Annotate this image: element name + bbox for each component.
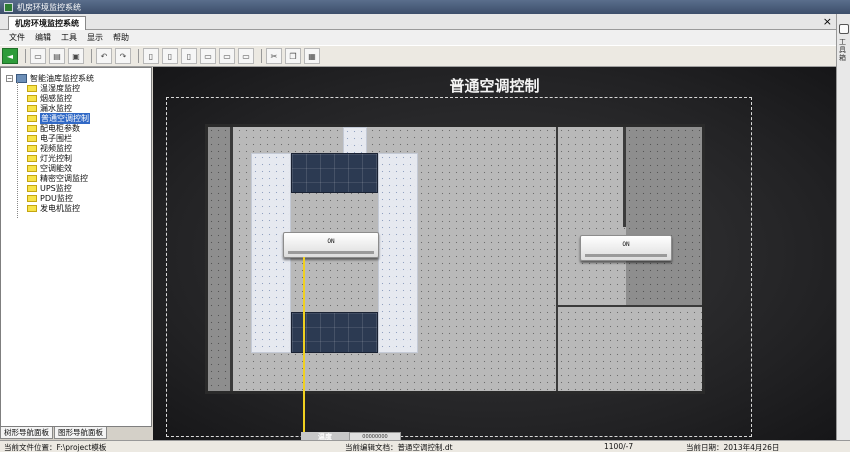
floor-side-panel xyxy=(208,312,230,391)
close-document-icon[interactable]: × xyxy=(823,15,832,28)
tree-item[interactable]: 发电机监控 xyxy=(27,203,80,213)
folder-icon xyxy=(27,154,37,162)
document-tab[interactable]: 机房环境监控系统 xyxy=(8,16,86,30)
ac-vent xyxy=(585,254,667,257)
folder-icon xyxy=(27,84,37,92)
save-icon[interactable]: ▣ xyxy=(68,48,84,64)
tree-item[interactable]: UPS监控 xyxy=(27,183,72,193)
toolbar-separator xyxy=(91,49,92,63)
design-canvas[interactable]: 普通空调控制 ON ON 温度 00000000 xyxy=(153,67,836,440)
window-titlebar: 机房环境监控系统 xyxy=(0,0,850,14)
sensor-lead-line xyxy=(303,257,305,432)
app-icon xyxy=(4,2,13,12)
menu-view[interactable]: 显示 xyxy=(82,32,108,43)
tree-item[interactable]: 烟感监控 xyxy=(27,93,72,103)
tree-item-selected[interactable]: 普通空调控制 xyxy=(27,112,90,124)
sensor-label: 温度 xyxy=(301,432,349,440)
air-conditioner-unit[interactable]: ON xyxy=(283,232,379,258)
paste-icon[interactable]: ▦ xyxy=(304,48,320,64)
room-wall xyxy=(556,127,558,391)
tree-connector-lines xyxy=(17,82,27,218)
ac-status-label: ON xyxy=(327,238,335,245)
tab-graphic-panel[interactable]: 图形导航面板 xyxy=(54,427,107,439)
toolbar-separator xyxy=(261,49,262,63)
tree-item-label: 发电机监控 xyxy=(40,203,80,213)
pin-icon[interactable] xyxy=(839,24,849,34)
folder-icon xyxy=(27,184,37,192)
menu-help[interactable]: 帮助 xyxy=(108,32,134,43)
room-wall xyxy=(230,127,233,391)
air-conditioner-unit[interactable]: ON xyxy=(580,235,672,261)
status-edit-document: 当前编辑文档：普通空调控制.dt xyxy=(345,443,453,452)
window-title: 机房环境监控系统 xyxy=(17,2,81,12)
canvas-title: 普通空调控制 xyxy=(449,78,540,95)
tree-item[interactable]: 配电柜参数 xyxy=(27,123,80,133)
folder-icon xyxy=(27,104,37,112)
folder-icon xyxy=(27,114,37,122)
toolbox-side-strip[interactable]: 工具箱 xyxy=(836,14,850,440)
ac-status-label: ON xyxy=(622,241,630,248)
folder-icon xyxy=(27,194,37,202)
toolbar-separator xyxy=(25,49,26,63)
align-center-icon[interactable]: ▯ xyxy=(162,48,178,64)
folder-icon xyxy=(27,144,37,152)
sensor-value: 00000000 xyxy=(349,432,401,440)
back-icon[interactable]: ◄ xyxy=(2,48,18,64)
ac-vent xyxy=(288,251,374,254)
open-folder-icon[interactable]: ▤ xyxy=(49,48,65,64)
room-wall xyxy=(558,305,702,307)
folder-icon xyxy=(27,174,37,182)
panel-tab-strip: 树形导航面板 图形导航面板 xyxy=(0,427,152,440)
toolbox-label[interactable]: 工具箱 xyxy=(839,38,849,62)
status-coordinates: 1100/-7 xyxy=(604,442,634,451)
status-file-location: 当前文件位置：F:\project模板 xyxy=(4,443,107,452)
temperature-sensor[interactable]: 温度 00000000 xyxy=(301,432,401,440)
tree-item[interactable]: 精密空调监控 xyxy=(27,173,88,183)
align-right-icon[interactable]: ▯ xyxy=(181,48,197,64)
folder-icon xyxy=(27,94,37,102)
folder-icon xyxy=(27,124,37,132)
menu-bar: 文件 编辑 工具 显示 帮助 xyxy=(0,30,836,45)
server-rack-row[interactable] xyxy=(291,153,378,193)
rack-row-tiles xyxy=(378,153,418,353)
tree-item[interactable]: 电子围栏 xyxy=(27,133,72,143)
cut-icon[interactable]: ✂ xyxy=(266,48,282,64)
folder-icon xyxy=(27,134,37,142)
status-bar: 当前文件位置：F:\project模板 当前编辑文档：普通空调控制.dt 110… xyxy=(0,440,850,452)
tree-item[interactable]: 空调能效 xyxy=(27,163,72,173)
align-left-icon[interactable]: ▯ xyxy=(143,48,159,64)
tree-navigation-panel: − 智能油库监控系统 温湿度监控 烟感监控 漏水监控 普通空调控制 配电柜参数 … xyxy=(0,67,152,427)
status-date: 当前日期：2013年4月26日 xyxy=(686,443,780,452)
align-top-icon[interactable]: ▭ xyxy=(200,48,216,64)
tree-item[interactable]: 温湿度监控 xyxy=(27,83,80,93)
tab-tree-panel[interactable]: 树形导航面板 xyxy=(0,427,53,439)
new-file-icon[interactable]: ▭ xyxy=(30,48,46,64)
collapse-icon[interactable]: − xyxy=(6,75,13,82)
align-bottom-icon[interactable]: ▭ xyxy=(238,48,254,64)
copy-icon[interactable]: ❐ xyxy=(285,48,301,64)
align-middle-icon[interactable]: ▭ xyxy=(219,48,235,64)
toolbar-separator xyxy=(138,49,139,63)
menu-edit[interactable]: 编辑 xyxy=(30,32,56,43)
document-tab-bar: 机房环境监控系统 × xyxy=(0,14,836,30)
main-toolbar: ◄ ▭ ▤ ▣ ↶ ↷ ▯ ▯ ▯ ▭ ▭ ▭ ✂ ❐ ▦ xyxy=(0,45,836,67)
menu-tools[interactable]: 工具 xyxy=(56,32,82,43)
folder-icon xyxy=(27,204,37,212)
folder-icon xyxy=(27,164,37,172)
tree-item[interactable]: 漏水监控 xyxy=(27,103,72,113)
tree-item[interactable]: 视频监控 xyxy=(27,143,72,153)
floor-side-panel xyxy=(626,127,702,305)
undo-icon[interactable]: ↶ xyxy=(96,48,112,64)
menu-file[interactable]: 文件 xyxy=(4,32,30,43)
tree-item[interactable]: PDU监控 xyxy=(27,193,73,203)
redo-icon[interactable]: ↷ xyxy=(115,48,131,64)
tree-item[interactable]: 灯光控制 xyxy=(27,153,72,163)
